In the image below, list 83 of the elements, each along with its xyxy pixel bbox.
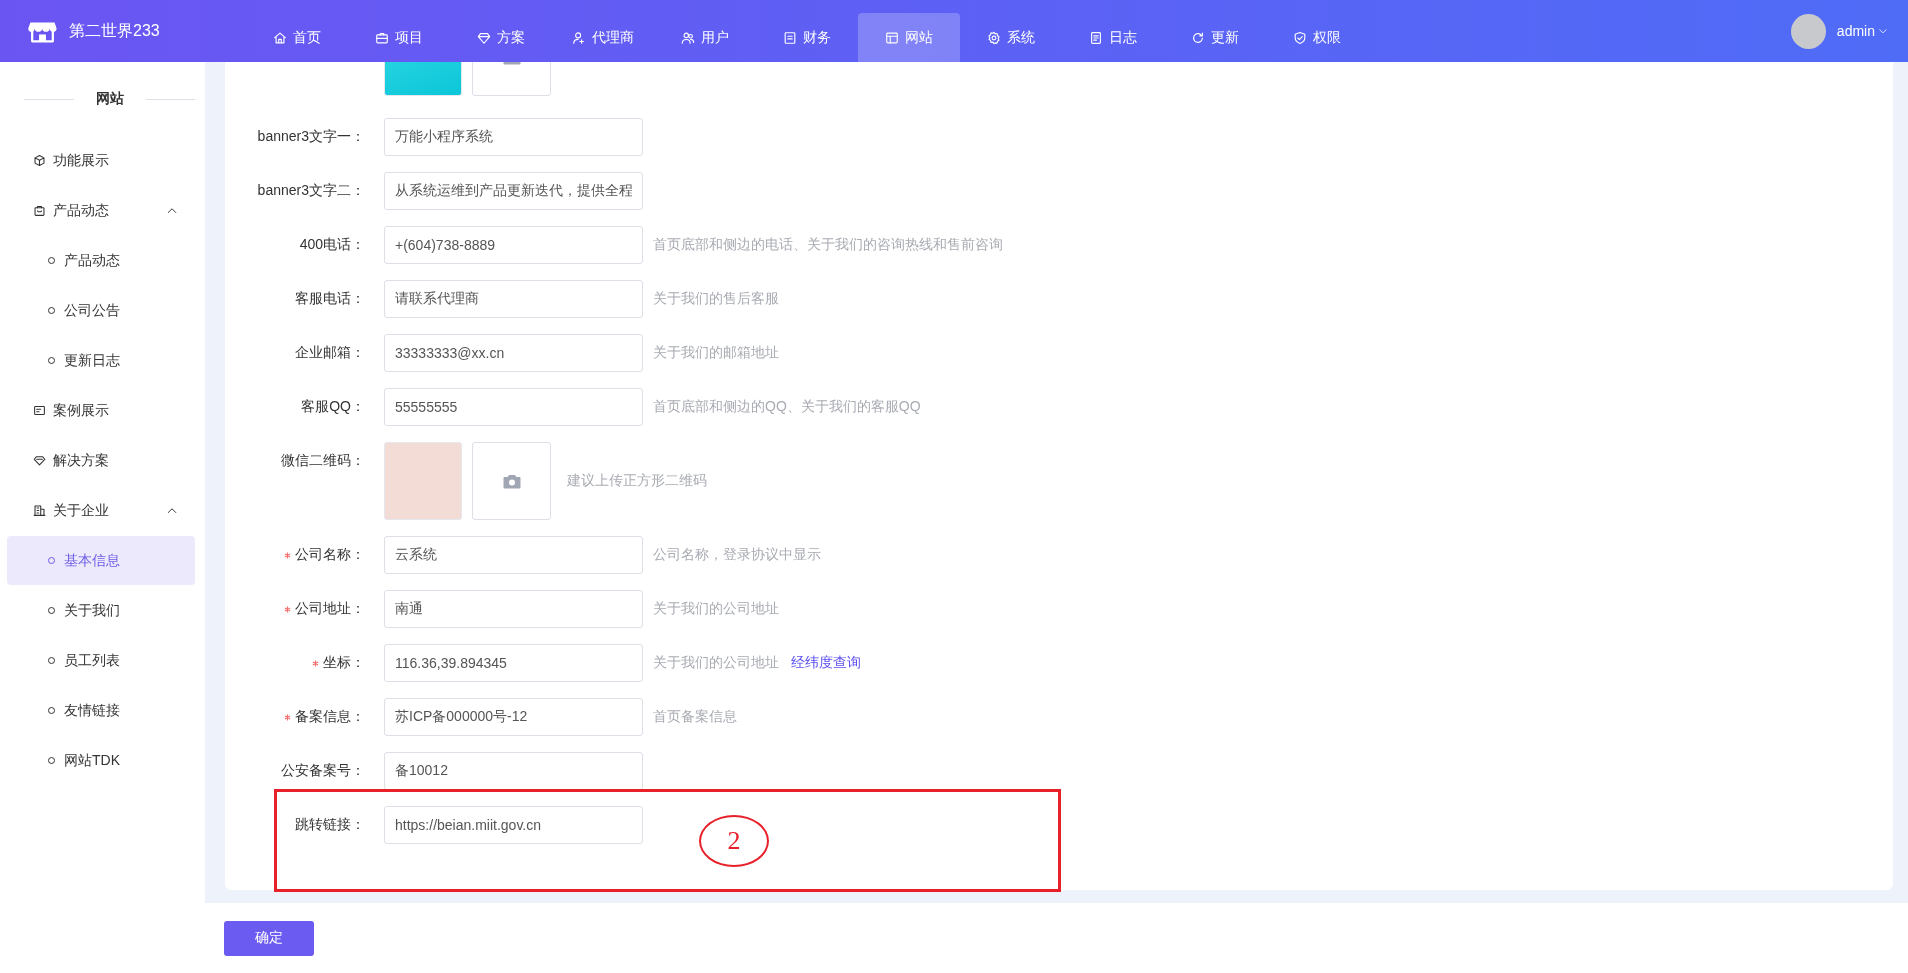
field-label: 微信二维码： — [281, 452, 365, 470]
users-icon — [681, 30, 695, 45]
text-input[interactable]: 55555555 — [384, 388, 643, 426]
diamond-icon — [477, 30, 491, 45]
annotation-number: 2 — [699, 815, 769, 867]
field-hint: 建议上传正方形二维码 — [567, 472, 707, 490]
ledger-icon — [783, 30, 797, 45]
sidebar-subitem[interactable]: 更新日志 — [7, 336, 195, 385]
field-label: banner3文字二： — [257, 182, 365, 200]
field-label: 跳转链接： — [295, 816, 365, 834]
field-label: 坐标： — [323, 654, 365, 672]
field-label: 公司地址： — [295, 600, 365, 618]
field-label: banner3文字一： — [257, 128, 365, 146]
user-plus-icon — [572, 30, 586, 45]
bag-icon — [33, 204, 46, 217]
text-input[interactable]: 备10012 — [384, 752, 643, 790]
home-icon — [273, 30, 287, 45]
sidebar-subitem[interactable]: 基本信息 — [7, 536, 195, 585]
text-input[interactable]: 请联系代理商 — [384, 280, 643, 318]
document-icon — [1089, 30, 1103, 45]
lookup-link[interactable]: 经纬度查询 — [791, 654, 861, 672]
field-label: 400电话： — [299, 236, 365, 254]
field-label: 公司名称： — [295, 546, 365, 564]
shield-check-icon — [1293, 30, 1307, 45]
sidebar-item[interactable]: 功能展示 — [7, 136, 195, 185]
nav-tab[interactable]: 方案 — [450, 13, 552, 62]
sidebar-item[interactable]: 产品动态 — [7, 186, 195, 235]
field-hint: 首页底部和侧边的电话、关于我们的咨询热线和售前咨询 — [653, 236, 1003, 254]
field-label: 备案信息： — [295, 708, 365, 726]
nav-tab[interactable]: 用户 — [654, 13, 756, 62]
text-input[interactable]: 从系统运维到产品更新迭代，提供全程 — [384, 172, 643, 210]
text-input[interactable]: +(604)738-8889 — [384, 226, 643, 264]
sidebar-subitem[interactable]: 公司公告 — [7, 286, 195, 335]
nav-tab[interactable]: 代理商 — [552, 13, 654, 62]
nav-tab[interactable]: 系统 — [960, 13, 1062, 62]
building-icon — [33, 504, 46, 517]
nav-tab[interactable]: 更新 — [1164, 13, 1266, 62]
settings-icon — [987, 30, 1001, 45]
field-label: 客服QQ： — [301, 398, 365, 416]
sidebar-item[interactable]: 解决方案 — [7, 436, 195, 485]
field-hint: 关于我们的邮箱地址 — [653, 344, 779, 362]
brand-name: 第二世界233 — [69, 20, 160, 41]
text-input[interactable]: 33333333@xx.cn — [384, 334, 643, 372]
avatar[interactable] — [1790, 13, 1826, 49]
sidebar-subitem[interactable]: 关于我们 — [7, 586, 195, 635]
sidebar-subitem[interactable]: 员工列表 — [7, 636, 195, 685]
upload-button[interactable] — [472, 442, 551, 520]
field-hint: 首页备案信息 — [653, 708, 737, 726]
sidebar-item[interactable]: 案例展示 — [7, 386, 195, 435]
nav-tab[interactable]: 首页 — [246, 13, 348, 62]
text-input[interactable]: https://beian.miit.gov.cn — [384, 806, 643, 844]
text-input[interactable]: 116.36,39.894345 — [384, 644, 643, 682]
sidebar-item[interactable]: 关于企业 — [7, 486, 195, 535]
nav-tab[interactable]: 项目 — [348, 13, 450, 62]
cube-icon — [33, 154, 46, 167]
sidebar-subitem[interactable]: 网站TDK — [7, 736, 195, 785]
sidebar-subitem[interactable]: 产品动态 — [7, 236, 195, 285]
field-hint: 关于我们的公司地址 — [653, 600, 779, 618]
field-hint: 公司名称，登录协议中显示 — [653, 546, 821, 564]
field-label: 客服电话： — [295, 290, 365, 308]
confirm-button[interactable]: 确定 — [224, 920, 314, 956]
diamond-icon — [33, 454, 46, 467]
briefcase-icon — [375, 30, 389, 45]
nav-tab[interactable]: 财务 — [756, 13, 858, 62]
text-input[interactable]: 苏ICP备000000号-12 — [384, 698, 643, 736]
user-name[interactable]: admin — [1836, 23, 1875, 39]
field-hint: 关于我们的售后客服 — [653, 290, 779, 308]
nav-tab[interactable]: 日志 — [1062, 13, 1164, 62]
caret-down-icon — [1878, 26, 1888, 36]
field-hint: 关于我们的公司地址 — [653, 654, 779, 672]
sidebar-title: 网站 — [94, 90, 125, 108]
layout-icon — [885, 30, 899, 45]
nav-tab[interactable]: 权限 — [1266, 13, 1368, 62]
text-input[interactable]: 南通 — [384, 590, 643, 628]
text-input[interactable]: 云系统 — [384, 536, 643, 574]
field-hint: 首页底部和侧边的QQ、关于我们的客服QQ — [653, 398, 921, 416]
camera-icon — [502, 473, 521, 489]
field-label: 企业邮箱： — [295, 344, 365, 362]
sidebar-subitem[interactable]: 友情链接 — [7, 686, 195, 735]
refresh-icon — [1191, 30, 1205, 45]
card-icon — [33, 404, 46, 417]
field-label: 公安备案号： — [281, 762, 365, 780]
text-input[interactable]: 万能小程序系统 — [384, 118, 643, 156]
